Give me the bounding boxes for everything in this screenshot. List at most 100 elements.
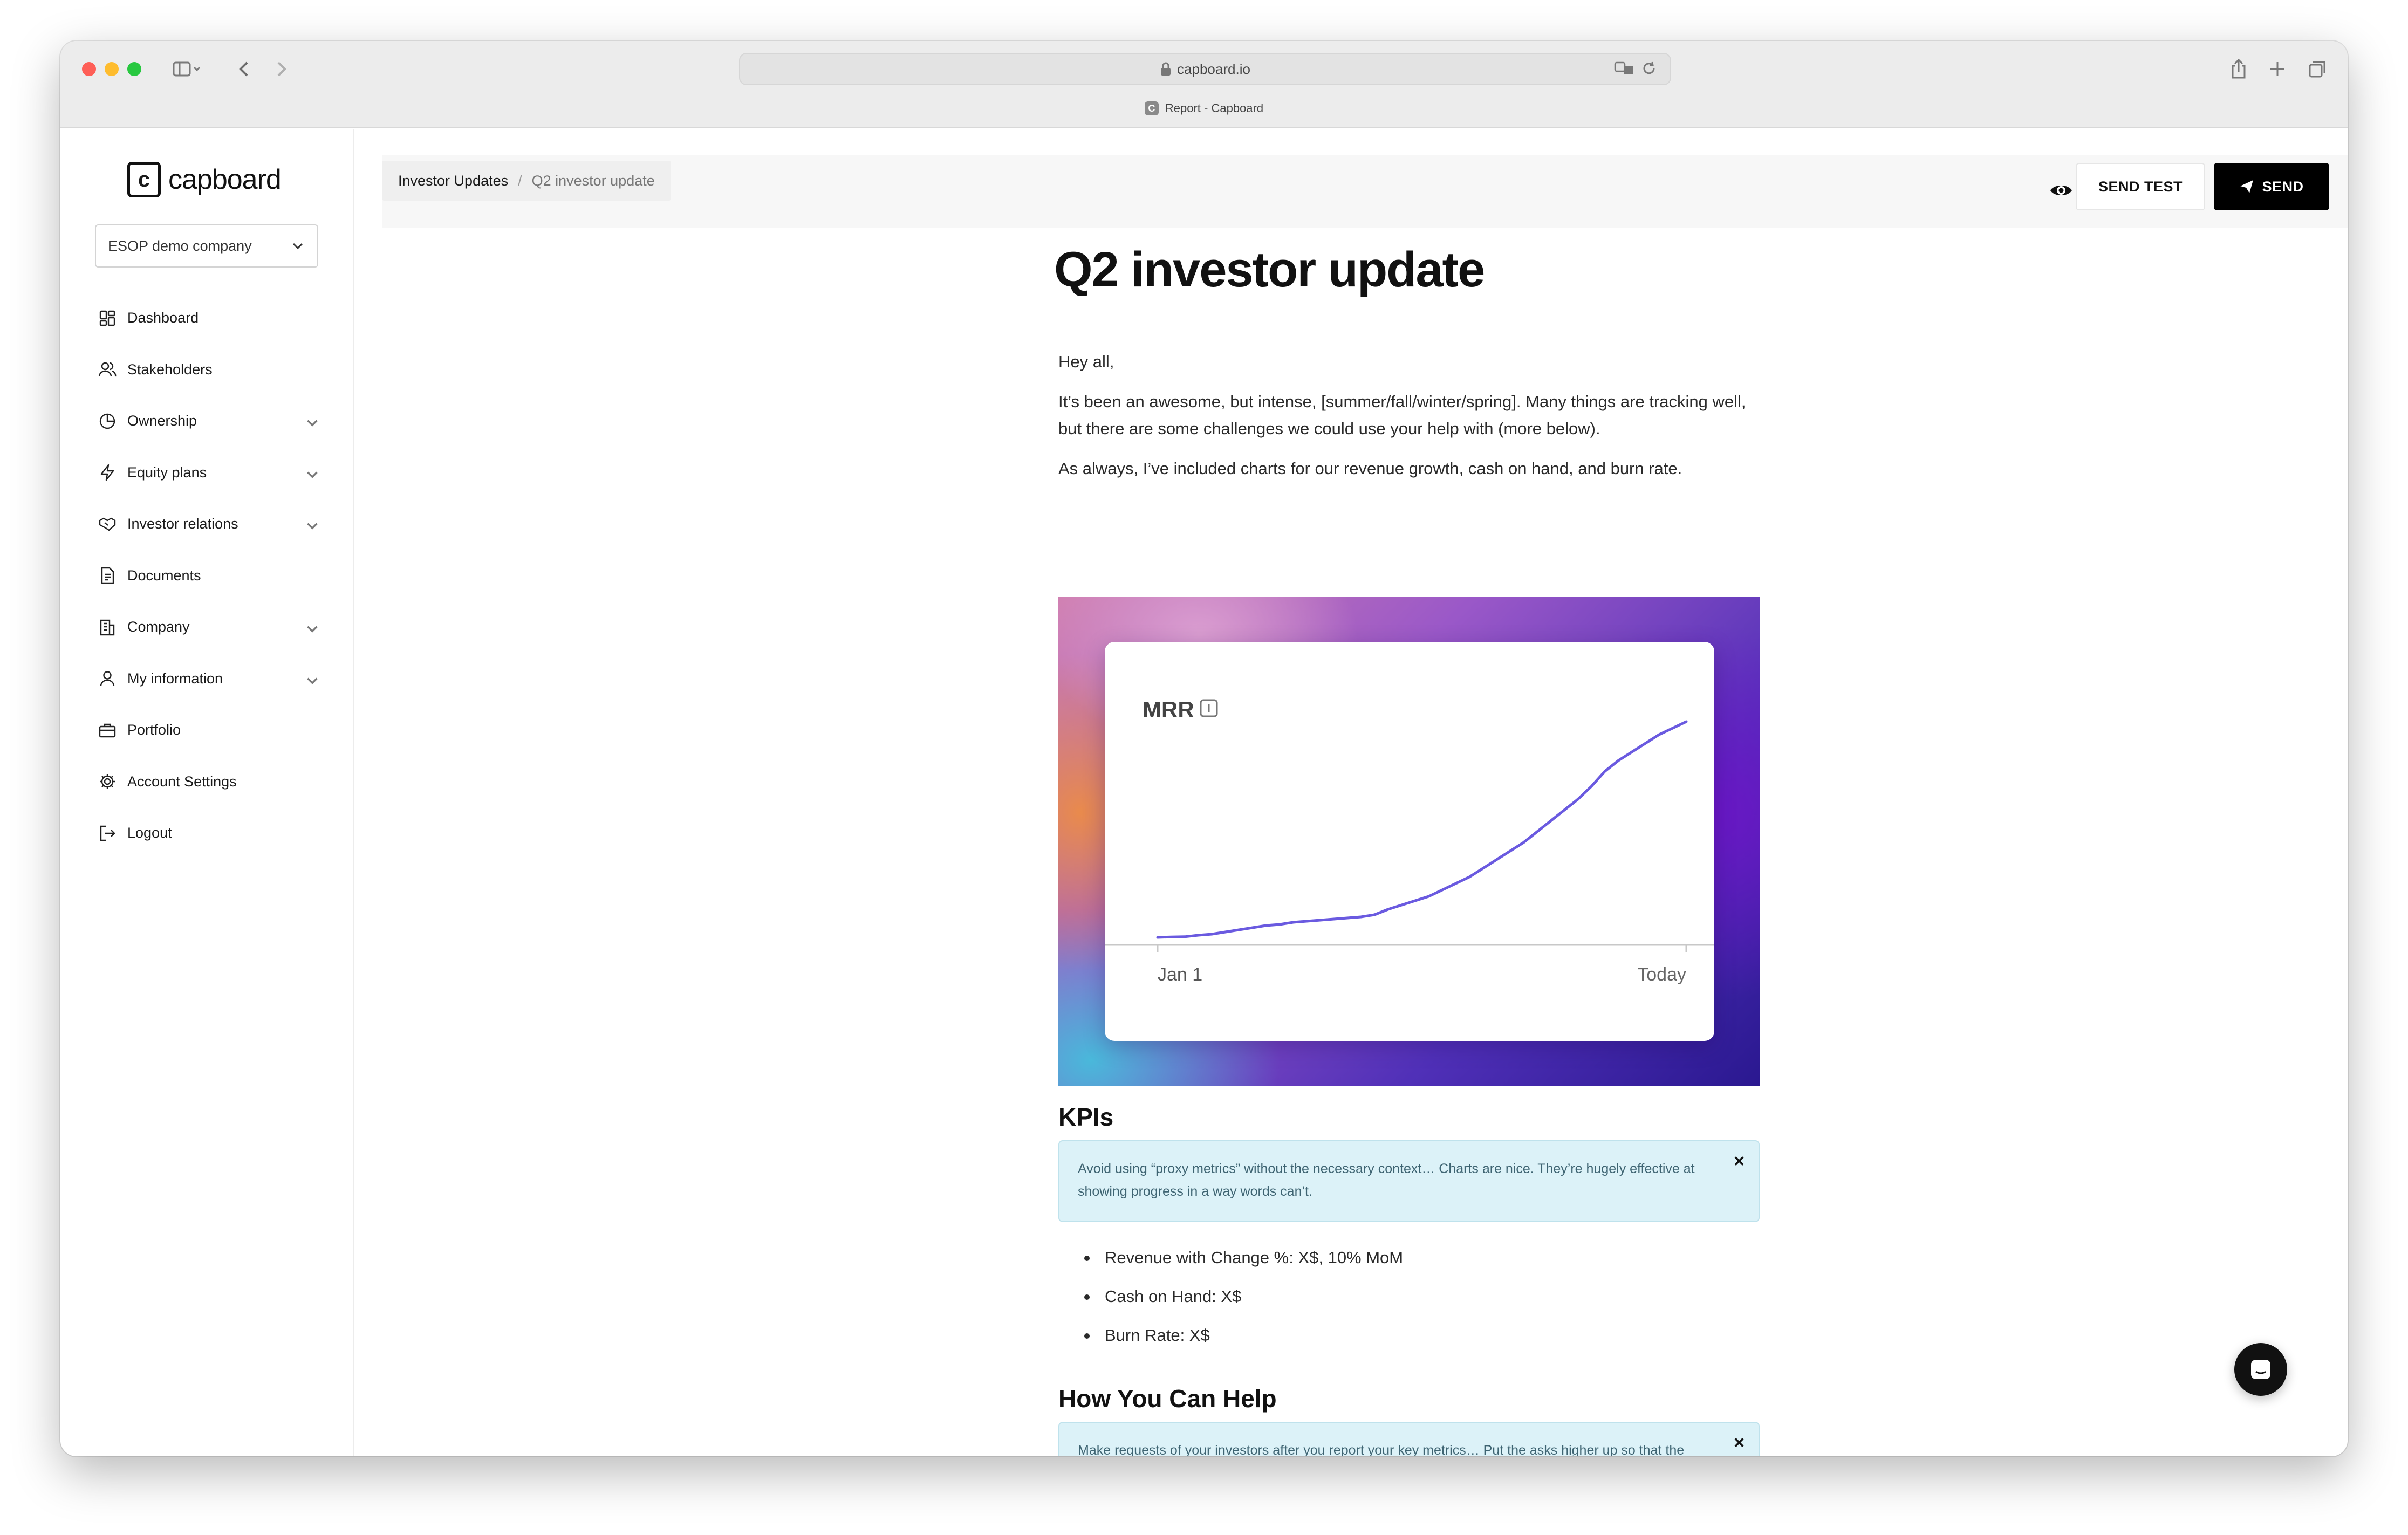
url-text: capboard.io bbox=[1177, 60, 1250, 77]
translate-icon[interactable] bbox=[1614, 60, 1636, 77]
lightning-icon bbox=[100, 464, 114, 481]
breadcrumb-separator: / bbox=[518, 172, 522, 189]
chart-title: MRR bbox=[1143, 697, 1194, 722]
sidebar-toggle-button[interactable] bbox=[166, 57, 207, 81]
company-select[interactable]: ESOP demo company bbox=[95, 224, 318, 268]
zoom-window-button[interactable] bbox=[127, 62, 141, 76]
chevron-right-icon bbox=[277, 61, 286, 77]
x-tick-label: Today bbox=[1637, 964, 1686, 985]
window-controls bbox=[82, 62, 141, 76]
tab-title: Report - Capboard bbox=[1165, 101, 1264, 115]
sidebar-item-stakeholders[interactable]: Stakeholders bbox=[95, 344, 321, 396]
mrr-chart-image: MRR Jan 1 Today bbox=[1058, 597, 1760, 1086]
close-window-button[interactable] bbox=[82, 62, 96, 76]
sidebar-item-label: Company bbox=[127, 619, 190, 635]
sidebar-item-label: Portfolio bbox=[127, 722, 181, 738]
kpi-heading[interactable]: KPIs bbox=[1058, 1102, 1113, 1132]
briefcase-icon bbox=[99, 723, 116, 737]
mrr-chart-card: MRR Jan 1 Today bbox=[1105, 642, 1714, 1041]
breadcrumb: Investor Updates / Q2 investor update bbox=[382, 161, 671, 201]
sidebar-item-investor-relations[interactable]: Investor relations bbox=[95, 498, 321, 550]
greeting-text[interactable]: Hey all, bbox=[1058, 348, 1760, 375]
document-icon bbox=[101, 567, 114, 584]
sidebar-item-label: My information bbox=[127, 670, 223, 687]
mrr-chart: MRR Jan 1 Today bbox=[1105, 697, 1714, 985]
intro-paragraph[interactable]: It’s been an awesome, but intense, [summ… bbox=[1058, 388, 1760, 442]
chevron-down-icon bbox=[307, 677, 318, 684]
tab-overview-button[interactable] bbox=[2307, 57, 2328, 81]
tab-report[interactable]: C Report - Capboard bbox=[60, 101, 2348, 115]
kpi-tip-text: Avoid using “proxy metrics” without the … bbox=[1078, 1161, 1695, 1199]
pie-chart-icon bbox=[99, 413, 115, 429]
share-button[interactable] bbox=[2228, 57, 2249, 81]
kpi-list: Revenue with Change %: X$, 10% MoM Cash … bbox=[1058, 1238, 1760, 1355]
kpi-list-item[interactable]: Burn Rate: X$ bbox=[1058, 1316, 1760, 1355]
chevron-left-icon bbox=[239, 61, 248, 77]
breadcrumb-investor-updates[interactable]: Investor Updates bbox=[398, 173, 508, 189]
sidebar-item-my-information[interactable]: My information bbox=[95, 653, 321, 705]
tabs-icon bbox=[2309, 61, 2325, 78]
main-content: Investor Updates / Q2 investor update SE… bbox=[355, 129, 2348, 1456]
sidebar-item-dashboard[interactable]: Dashboard bbox=[95, 292, 321, 344]
sidebar-item-portfolio[interactable]: Portfolio bbox=[95, 704, 321, 756]
plus-icon bbox=[2270, 62, 2284, 76]
page-header: Investor Updates / Q2 investor update SE… bbox=[382, 155, 2348, 228]
sidebar-item-company[interactable]: Company bbox=[95, 601, 321, 653]
mrr-series-line bbox=[1156, 720, 1688, 939]
capboard-logo[interactable]: c capboard bbox=[127, 162, 282, 197]
close-icon[interactable]: × bbox=[1734, 1431, 1745, 1454]
chat-widget-button[interactable] bbox=[2234, 1343, 2287, 1396]
sidebar-item-equity-plans[interactable]: Equity plans bbox=[95, 447, 321, 499]
chevron-down-icon bbox=[307, 523, 318, 530]
close-icon[interactable]: × bbox=[1734, 1150, 1745, 1173]
share-icon bbox=[2232, 58, 2246, 79]
logout-icon bbox=[100, 825, 115, 841]
user-icon bbox=[100, 671, 115, 687]
help-tip-callout: Make requests of your investors after yo… bbox=[1058, 1422, 1760, 1456]
gear-icon bbox=[100, 774, 115, 790]
back-button[interactable] bbox=[233, 57, 255, 81]
chevron-down-icon bbox=[307, 420, 318, 427]
send-button-label: SEND bbox=[2262, 178, 2304, 195]
chat-icon bbox=[2251, 1360, 2270, 1379]
preview-eye-icon[interactable] bbox=[2049, 178, 2074, 203]
lock-icon bbox=[1161, 62, 1171, 76]
help-heading[interactable]: How You Can Help bbox=[1058, 1384, 1277, 1413]
logo-mark: c bbox=[127, 162, 161, 197]
sidebar-item-label: Account Settings bbox=[127, 773, 237, 790]
sidebar-item-ownership[interactable]: Ownership bbox=[95, 395, 321, 447]
sidebar: c capboard ESOP demo company Dashboard S… bbox=[60, 129, 354, 1456]
users-icon bbox=[98, 362, 117, 377]
company-select-value: ESOP demo company bbox=[108, 237, 252, 254]
send-button[interactable]: SEND bbox=[2214, 163, 2329, 210]
sidebar-item-label: Equity plans bbox=[127, 464, 207, 481]
help-tip-text: Make requests of your investors after yo… bbox=[1078, 1443, 1685, 1456]
sidebar-item-documents[interactable]: Documents bbox=[95, 550, 321, 602]
dashboard-icon bbox=[99, 310, 115, 326]
kpi-list-item[interactable]: Cash on Hand: X$ bbox=[1058, 1277, 1760, 1316]
send-test-button[interactable]: SEND TEST bbox=[2076, 163, 2205, 210]
new-tab-button[interactable] bbox=[2267, 57, 2288, 81]
paper-plane-icon bbox=[2240, 180, 2254, 193]
reload-icon[interactable] bbox=[1641, 60, 1657, 77]
breadcrumb-current: Q2 investor update bbox=[531, 172, 655, 189]
kpi-tip-callout: Avoid using “proxy metrics” without the … bbox=[1058, 1140, 1760, 1222]
favicon: C bbox=[1144, 101, 1159, 115]
sidebar-item-logout[interactable]: Logout bbox=[95, 807, 321, 859]
browser-toolbar: capboard.io C Report - Capboard bbox=[60, 41, 2348, 128]
building-icon bbox=[100, 619, 115, 635]
sidebar-item-account-settings[interactable]: Account Settings bbox=[95, 756, 321, 808]
charts-paragraph[interactable]: As always, I’ve included charts for our … bbox=[1058, 455, 1760, 482]
handshake-icon bbox=[99, 517, 116, 531]
sidebar-nav: Dashboard Stakeholders Ownership Equity … bbox=[95, 292, 321, 859]
page-title[interactable]: Q2 investor update bbox=[1054, 242, 1485, 297]
kpi-list-item[interactable]: Revenue with Change %: X$, 10% MoM bbox=[1058, 1238, 1760, 1277]
minimize-window-button[interactable] bbox=[105, 62, 119, 76]
sidebar-toggle-icon bbox=[173, 61, 201, 77]
chevron-down-icon bbox=[307, 471, 318, 478]
forward-button[interactable] bbox=[271, 57, 292, 81]
address-bar[interactable]: capboard.io bbox=[739, 53, 1671, 85]
sidebar-item-label: Ownership bbox=[127, 413, 197, 429]
sidebar-item-label: Dashboard bbox=[127, 310, 199, 326]
chevron-down-icon bbox=[307, 626, 318, 633]
